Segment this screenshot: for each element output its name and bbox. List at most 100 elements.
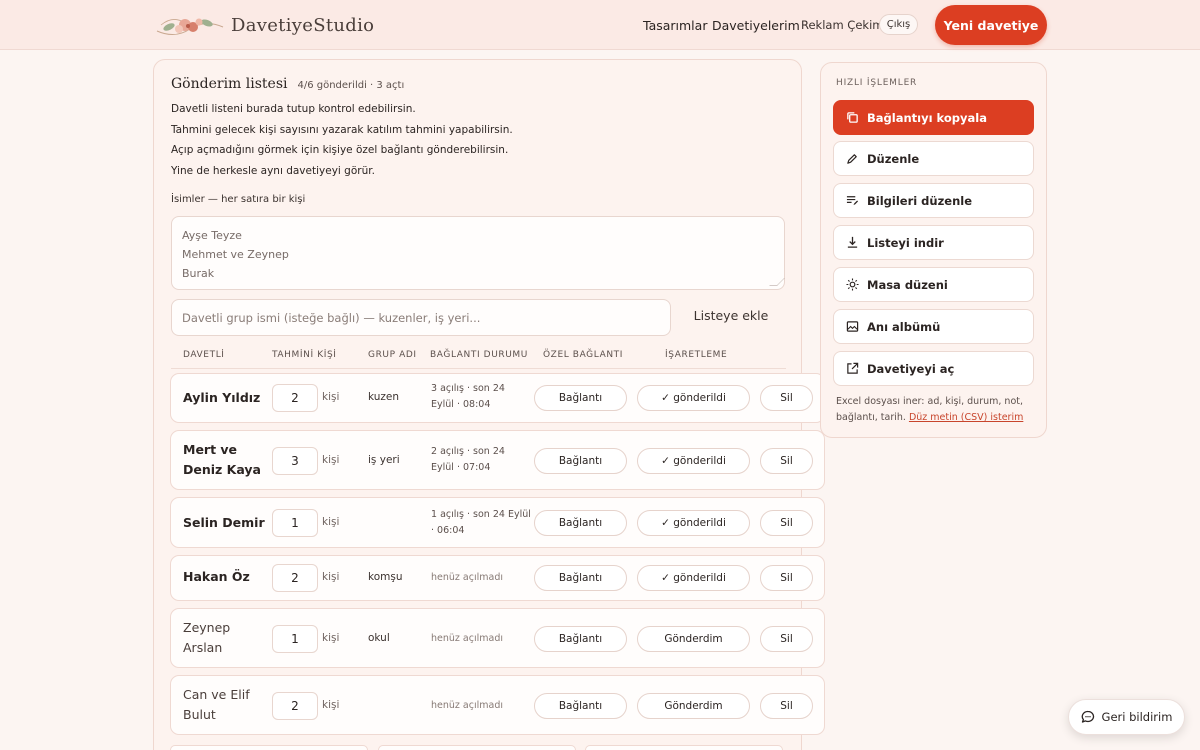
delete-button[interactable]: Sil (760, 565, 813, 591)
add-to-list-button[interactable]: Listeye ekle (686, 308, 776, 323)
link-button[interactable]: Bağlantı (534, 693, 627, 719)
memory-album-label: Anı albümü (867, 319, 941, 334)
mark-sent-button[interactable]: Gönderdim (637, 693, 750, 719)
description-line: Davetli listeni burada tutup kontrol ede… (171, 103, 416, 115)
mark-sent-button[interactable]: ✓ gönderildi (637, 565, 750, 591)
link-button[interactable]: Bağlantı (534, 626, 627, 652)
column-header-count: TAHMİNİ KİŞİ (272, 350, 337, 360)
guest-count-input[interactable]: 2 (272, 692, 318, 720)
column-header-private-link: ÖZEL BAĞLANTI (543, 350, 624, 360)
names-line: Ayşe Teyze (182, 229, 242, 242)
mark-sent-button[interactable]: ✓ gönderildi (637, 385, 750, 411)
table-row (378, 745, 576, 750)
edit-label: Düzenle (867, 151, 920, 166)
link-status: 3 açılış · son 24 Eylül · 08:04 (431, 383, 505, 410)
guest-count-input[interactable]: 2 (272, 564, 318, 592)
copy-link-label: Bağlantıyı kopyala (867, 110, 987, 125)
guest-count-input[interactable]: 1 (272, 625, 318, 653)
nav-ad-shoot[interactable]: Reklam Çekimi (801, 18, 887, 32)
mark-sent-button[interactable]: ✓ gönderildi (637, 510, 750, 536)
guest-name: Can ve Elif Bulut (183, 687, 250, 722)
header-divider (171, 368, 786, 369)
pencil-icon (847, 154, 857, 164)
delete-button[interactable]: Sil (760, 448, 813, 474)
count-unit: kişi (322, 632, 340, 644)
link-status: 1 açılış · son 24 Eylül · 06:04 (431, 509, 531, 536)
table-row: Selin Demir 1 kişi 1 açılış · son 24 Eyl… (170, 497, 825, 548)
link-button[interactable]: Bağlantı (534, 565, 627, 591)
column-header-group: GRUP ADI (368, 350, 417, 360)
csv-link[interactable]: Düz metin (CSV) isterim (909, 412, 1023, 423)
edit-button[interactable]: Düzenle (833, 141, 1034, 176)
delete-button[interactable]: Sil (760, 385, 813, 411)
names-line: Burak (182, 267, 215, 280)
group-name: okul (368, 632, 390, 644)
table-layout-label: Masa düzeni (867, 277, 948, 292)
open-invitation-button[interactable]: Davetiyeyi aç (833, 351, 1034, 386)
description-line: Yine de herkesle aynı davetiyeyi görür. (171, 165, 375, 177)
guest-count-input[interactable]: 3 (272, 447, 318, 475)
list-edit-icon (846, 196, 859, 206)
image-icon (846, 321, 859, 332)
delete-button[interactable]: Sil (760, 693, 813, 719)
link-status: henüz açılmadı (431, 700, 503, 711)
link-button[interactable]: Bağlantı (534, 448, 627, 474)
sun-icon (846, 278, 859, 291)
floral-logo-icon (156, 18, 224, 35)
table-row: Mert ve Deniz Kaya 3 kişi iş yeri 2 açıl… (170, 430, 825, 490)
nav-designs[interactable]: Tasarımlar (643, 18, 707, 33)
guest-name: Hakan Öz (183, 569, 250, 584)
table-row: Hakan Öz 2 kişi komşu henüz açılmadı Bağ… (170, 555, 825, 601)
guest-name: Mert ve Deniz Kaya (183, 442, 261, 477)
count-unit: kişi (322, 391, 340, 403)
delete-button[interactable]: Sil (760, 510, 813, 536)
edit-details-button[interactable]: Bilgileri düzenle (833, 183, 1034, 218)
table-row: Zeynep Arslan 1 kişi okul henüz açılmadı… (170, 608, 825, 668)
link-button[interactable]: Bağlantı (534, 510, 627, 536)
copy-icon (847, 112, 858, 123)
table-layout-button[interactable]: Masa düzeni (833, 267, 1034, 302)
mark-sent-button[interactable]: Gönderdim (637, 626, 750, 652)
delete-button[interactable]: Sil (760, 626, 813, 652)
external-link-icon (847, 362, 859, 374)
open-invitation-label: Davetiyeyi aç (867, 361, 955, 376)
download-list-label: Listeyi indir (867, 235, 944, 250)
link-status: henüz açılmadı (431, 633, 503, 644)
names-textarea[interactable]: Ayşe Teyze Mehmet ve Zeynep Burak (171, 216, 785, 290)
edit-details-label: Bilgileri düzenle (867, 193, 973, 208)
count-unit: kişi (322, 454, 340, 466)
column-header-guest: DAVETLİ (183, 350, 225, 360)
table-row (585, 745, 783, 750)
top-bar: DavetiyeStudio Tasarımlar Davetiyelerim … (0, 0, 1200, 50)
column-header-marking: İŞARETLEME (665, 350, 728, 360)
guest-count-input[interactable]: 2 (272, 384, 318, 412)
description-line: Açıp açmadığını görmek için kişiye özel … (171, 144, 509, 156)
group-name-input[interactable] (171, 299, 671, 336)
logout-button[interactable]: Çıkış (879, 14, 918, 35)
memory-album-button[interactable]: Anı albümü (833, 309, 1034, 344)
guest-name: Selin Demir (183, 515, 265, 530)
download-icon (847, 236, 858, 248)
mark-sent-button[interactable]: ✓ gönderildi (637, 448, 750, 474)
brand-name: DavetiyeStudio (231, 14, 375, 36)
chat-bubble-icon (1081, 710, 1094, 723)
guest-name: Aylin Yıldız (183, 390, 261, 405)
download-list-button[interactable]: Listeyi indir (833, 225, 1034, 260)
names-label: İsimler — her satıra bir kişi (171, 194, 306, 205)
count-unit: kişi (322, 516, 340, 528)
guest-count-input[interactable]: 1 (272, 509, 318, 537)
group-name: kuzen (368, 391, 400, 403)
guest-name: Zeynep Arslan (183, 620, 231, 655)
table-row: Aylin Yıldız 2 kişi kuzen 3 açılış · son… (170, 373, 825, 423)
export-note: Excel dosyası iner: ad, kişi, durum, not… (836, 394, 1036, 426)
copy-link-button[interactable]: Bağlantıyı kopyala (833, 100, 1034, 135)
nav-my-invitations[interactable]: Davetiyelerim (712, 18, 800, 33)
send-summary: 4/6 gönderildi · 3 açtı (297, 80, 405, 91)
group-name: iş yeri (368, 454, 400, 466)
feedback-button[interactable]: Geri bildirim (1068, 699, 1185, 735)
brand[interactable]: DavetiyeStudio (155, 11, 374, 39)
link-status: 2 açılış · son 24 Eylül · 07:04 (431, 446, 505, 473)
link-button[interactable]: Bağlantı (534, 385, 627, 411)
new-invitation-button[interactable]: Yeni davetiye (935, 5, 1047, 45)
column-header-link-status: BAĞLANTI DURUMU (430, 350, 528, 360)
